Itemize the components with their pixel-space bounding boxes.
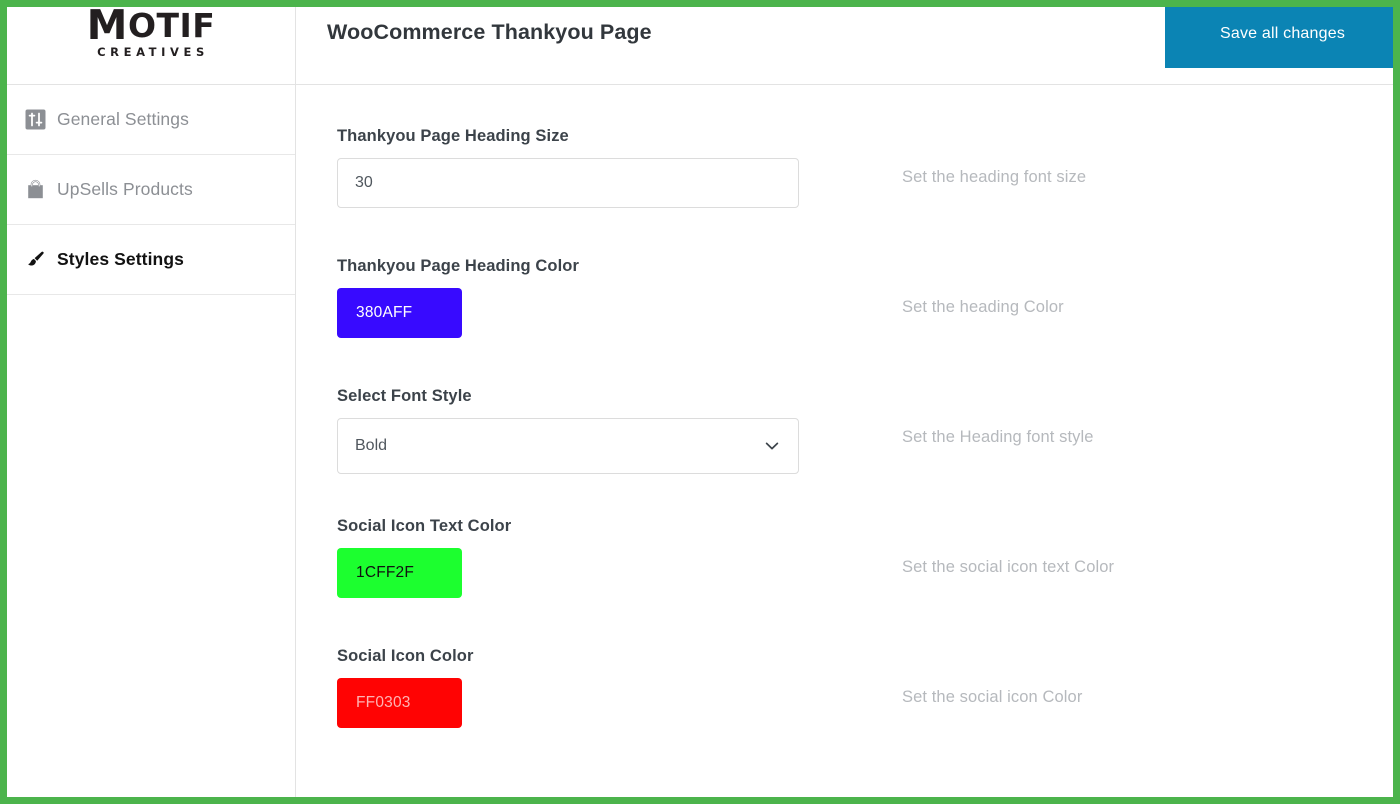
heading-size-input[interactable] [337,158,799,208]
logo-wordmark: MOTIF [87,6,216,46]
social-icon-text-color-swatch[interactable]: 1CFF2F [337,548,462,598]
logo-wordmark-rest: OTIF [127,6,216,45]
field-description-column: Set the Heading font style [849,387,1393,447]
field-description-column: Set the heading Color [849,257,1393,317]
settings-panel: Thankyou Page Heading Size Set the headi… [296,85,1393,797]
field-label: Social Icon Color [337,647,474,665]
field-description: Set the heading Color [902,298,1064,316]
field-description: Set the social icon Color [902,688,1083,706]
sidebar-nav: General Settings UpSells Products Styles… [7,85,296,797]
sidebar-item-upsells-products[interactable]: UpSells Products [7,155,295,225]
sliders-icon [25,109,46,130]
field-row-social-icon-color: Social Icon Color FF0303 Set the social … [296,647,1393,751]
field-description: Set the social icon text Color [902,558,1115,576]
field-control-column: Social Icon Color FF0303 [337,647,849,728]
field-label: Social Icon Text Color [337,517,512,535]
field-label: Thankyou Page Heading Color [337,257,579,275]
field-row-social-icon-text-color: Social Icon Text Color 1CFF2F Set the so… [296,517,1393,621]
social-icon-color-swatch[interactable]: FF0303 [337,678,462,728]
top-header-bar: MOTIF CREATIVES WooCommerce Thankyou Pag… [7,7,1393,85]
shopping-bag-icon [25,179,46,200]
app-frame: MOTIF CREATIVES WooCommerce Thankyou Pag… [0,0,1400,804]
field-row-font-style: Select Font Style Set the Heading font s… [296,387,1393,491]
motif-creatives-logo: MOTIF CREATIVES [87,6,216,59]
field-control-column: Thankyou Page Heading Color 380AFF [337,257,849,338]
sidebar-item-label: General Settings [57,109,189,129]
logo-tagline: CREATIVES [97,45,209,59]
field-control-column: Social Icon Text Color 1CFF2F [337,517,849,598]
sidebar-item-general-settings[interactable]: General Settings [7,85,295,155]
field-description-column: Set the social icon Color [849,647,1393,707]
field-label: Thankyou Page Heading Size [337,127,569,145]
font-style-select[interactable] [337,418,799,474]
title-cell: WooCommerce Thankyou Page Save all chang… [296,7,1393,84]
paintbrush-icon [25,249,46,270]
field-row-heading-size: Thankyou Page Heading Size Set the headi… [296,127,1393,231]
heading-color-swatch[interactable]: 380AFF [337,288,462,338]
sidebar-item-styles-settings[interactable]: Styles Settings [7,225,295,295]
field-description-column: Set the social icon text Color [849,517,1393,577]
field-control-column: Select Font Style [337,387,849,474]
brand-logo-cell: MOTIF CREATIVES [7,7,296,84]
font-style-select-wrap [337,418,799,474]
save-all-changes-button[interactable]: Save all changes [1165,7,1393,68]
field-label: Select Font Style [337,387,472,405]
logo-initial: M [86,1,128,49]
page-title: WooCommerce Thankyou Page [327,20,652,44]
field-description-column: Set the heading font size [849,127,1393,187]
field-description: Set the Heading font style [902,428,1094,446]
field-control-column: Thankyou Page Heading Size [337,127,849,208]
field-row-heading-color: Thankyou Page Heading Color 380AFF Set t… [296,257,1393,361]
sidebar-item-label: Styles Settings [57,249,184,269]
body-split: General Settings UpSells Products Styles… [7,85,1393,797]
field-description: Set the heading font size [902,168,1087,186]
sidebar-item-label: UpSells Products [57,179,193,199]
